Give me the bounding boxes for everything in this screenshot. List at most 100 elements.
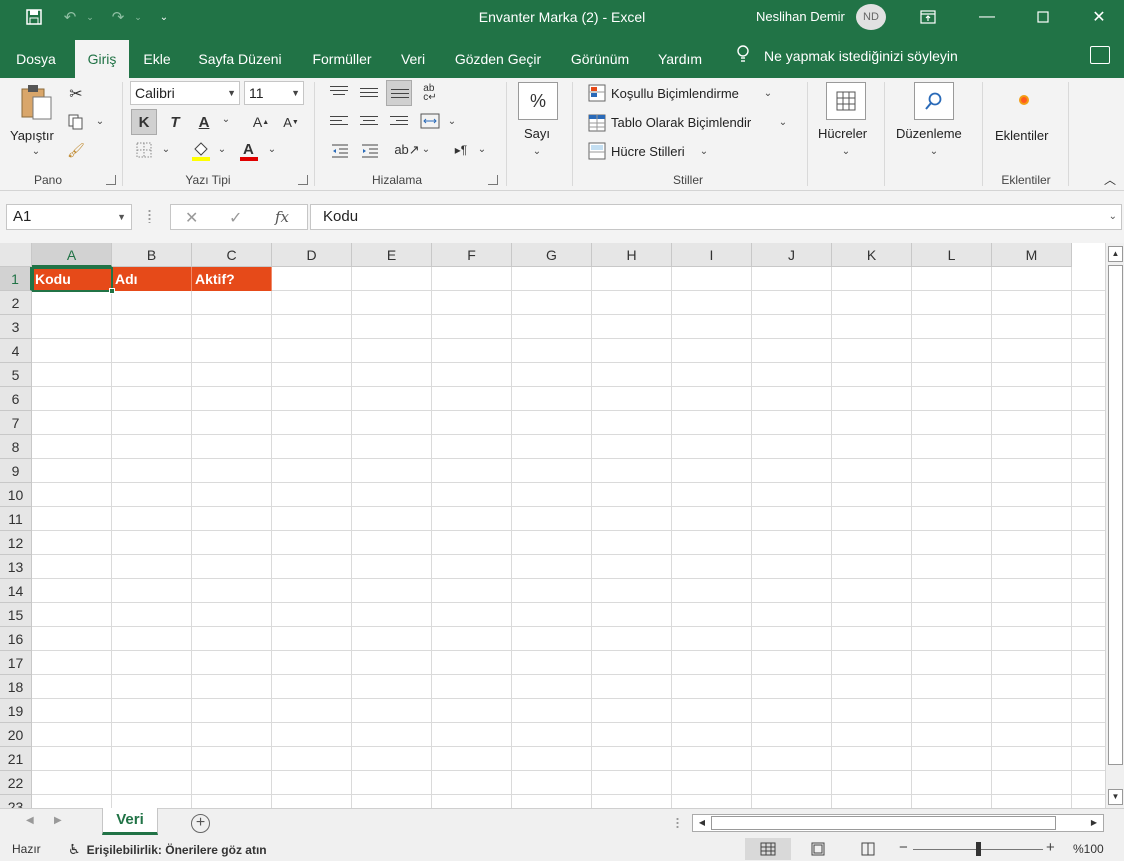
- tab-dosya[interactable]: Dosya: [0, 40, 72, 78]
- formula-input[interactable]: Kodu ⌄: [310, 204, 1122, 230]
- column-header-h[interactable]: H: [592, 243, 672, 267]
- font-size-select[interactable]: 11 ▼: [244, 81, 304, 105]
- tab-giris[interactable]: Giriş: [75, 40, 129, 78]
- align-top-icon[interactable]: [330, 86, 348, 100]
- add-sheet-icon[interactable]: +: [191, 814, 210, 833]
- scroll-right-icon[interactable]: ▶: [1086, 816, 1102, 830]
- horizontal-scrollbar[interactable]: ◀ ▶: [692, 814, 1104, 832]
- column-header-g[interactable]: G: [512, 243, 592, 267]
- cells-icon[interactable]: [826, 82, 866, 120]
- name-box[interactable]: A1 ▼: [6, 204, 132, 230]
- cell-styles-button[interactable]: Hücre Stilleri: [611, 144, 685, 159]
- column-header-d[interactable]: D: [272, 243, 352, 267]
- alignment-launcher-icon[interactable]: [488, 175, 498, 185]
- row-header-7[interactable]: 7: [0, 411, 32, 435]
- row-header-8[interactable]: 8: [0, 435, 32, 459]
- format-painter-icon[interactable]: 🖌: [66, 140, 86, 160]
- zoom-thumb[interactable]: [976, 842, 981, 856]
- fill-handle[interactable]: [109, 288, 115, 294]
- cells-dropdown-icon[interactable]: ⌄: [840, 146, 852, 157]
- column-header-m[interactable]: M: [992, 243, 1072, 267]
- paste-icon[interactable]: [18, 82, 54, 122]
- search-icon[interactable]: [914, 82, 954, 120]
- cells-button[interactable]: Hücreler: [818, 126, 867, 141]
- tab-gozden-gecir[interactable]: Gözden Geçir: [444, 40, 552, 78]
- orientation-dropdown-icon[interactable]: ⌄: [420, 144, 432, 155]
- bold-button[interactable]: K: [131, 109, 157, 135]
- column-header-j[interactable]: J: [752, 243, 832, 267]
- next-sheet-icon[interactable]: ▶: [54, 815, 62, 826]
- row-header-3[interactable]: 3: [0, 315, 32, 339]
- align-right-icon[interactable]: [390, 116, 408, 130]
- cell-styles-icon[interactable]: [588, 142, 606, 160]
- tab-sayfa-duzeni[interactable]: Sayfa Düzeni: [187, 40, 293, 78]
- fill-color-icon[interactable]: [190, 138, 212, 162]
- column-header-b[interactable]: B: [112, 243, 192, 267]
- enter-icon[interactable]: ✓: [229, 208, 242, 228]
- undo-dropdown-icon[interactable]: ⌄: [84, 0, 96, 34]
- minimize-icon[interactable]: —: [964, 0, 1010, 34]
- accessibility-status[interactable]: ♿ Erişilebilirlik: Önerilere göz atın: [68, 841, 267, 858]
- font-color-dropdown-icon[interactable]: ⌄: [266, 144, 278, 155]
- tab-yardim[interactable]: Yardım: [648, 40, 712, 78]
- column-header-a[interactable]: A: [32, 243, 112, 267]
- borders-dropdown-icon[interactable]: ⌄: [160, 144, 172, 155]
- select-all-button[interactable]: [0, 243, 32, 267]
- number-dropdown-icon[interactable]: ⌄: [531, 146, 543, 157]
- row-header-16[interactable]: 16: [0, 627, 32, 651]
- drag-handle-icon[interactable]: [148, 209, 151, 223]
- format-table-icon[interactable]: [588, 114, 606, 132]
- insert-function-button[interactable]: fx: [275, 208, 289, 226]
- editing-button[interactable]: Düzenleme: [896, 126, 962, 141]
- column-header-k[interactable]: K: [832, 243, 912, 267]
- fill-color-dropdown-icon[interactable]: ⌄: [216, 144, 228, 155]
- copy-dropdown-icon[interactable]: ⌄: [94, 116, 106, 127]
- zoom-out-icon[interactable]: −: [899, 839, 908, 856]
- conditional-format-icon[interactable]: [588, 84, 606, 102]
- percent-icon[interactable]: %: [518, 82, 558, 120]
- merge-center-icon[interactable]: [418, 110, 442, 132]
- column-header-i[interactable]: I: [672, 243, 752, 267]
- customize-toolbar-icon[interactable]: ⌄: [156, 0, 172, 34]
- align-center-icon[interactable]: [360, 116, 378, 130]
- redo-dropdown-icon[interactable]: ⌄: [132, 0, 144, 34]
- scroll-left-icon[interactable]: ◀: [694, 816, 710, 830]
- cell-area[interactable]: [32, 267, 1105, 808]
- orientation-icon[interactable]: ab↗: [394, 140, 419, 160]
- column-header-f[interactable]: F: [432, 243, 512, 267]
- font-name-select[interactable]: Calibri ▼: [130, 81, 240, 105]
- tell-me-box[interactable]: Ne yapmak istediğinizi söyleyin: [736, 40, 958, 72]
- row-header-20[interactable]: 20: [0, 723, 32, 747]
- comments-icon[interactable]: [1090, 46, 1110, 64]
- row-header-19[interactable]: 19: [0, 699, 32, 723]
- font-color-icon[interactable]: A: [238, 138, 260, 162]
- maximize-icon[interactable]: [1020, 0, 1066, 34]
- text-direction-dropdown-icon[interactable]: ⌄: [476, 144, 488, 155]
- row-header-1[interactable]: 1: [0, 267, 32, 291]
- zoom-in-icon[interactable]: +: [1046, 839, 1055, 856]
- column-header-e[interactable]: E: [352, 243, 432, 267]
- align-middle-icon[interactable]: [360, 88, 378, 102]
- zoom-level[interactable]: %100: [1073, 842, 1104, 856]
- sheet-tab-veri[interactable]: Veri: [102, 808, 158, 835]
- row-header-22[interactable]: 22: [0, 771, 32, 795]
- ribbon-display-icon[interactable]: [905, 0, 951, 34]
- row-header-2[interactable]: 2: [0, 291, 32, 315]
- merge-dropdown-icon[interactable]: ⌄: [446, 116, 458, 127]
- addins-button[interactable]: Eklentiler: [995, 128, 1048, 143]
- hscroll-thumb[interactable]: [711, 816, 1056, 830]
- row-header-13[interactable]: 13: [0, 555, 32, 579]
- vertical-scrollbar[interactable]: ▲ ▼: [1105, 243, 1124, 808]
- row-header-9[interactable]: 9: [0, 459, 32, 483]
- pano-launcher-icon[interactable]: [106, 175, 116, 185]
- tab-formuller[interactable]: Formüller: [300, 40, 384, 78]
- row-header-4[interactable]: 4: [0, 339, 32, 363]
- addins-icon[interactable]: [1014, 90, 1034, 110]
- tab-gorunum[interactable]: Görünüm: [560, 40, 640, 78]
- text-direction-icon[interactable]: ▸¶: [450, 140, 472, 160]
- number-label-button[interactable]: Sayı: [524, 126, 550, 141]
- tab-ekle[interactable]: Ekle: [134, 40, 180, 78]
- copy-icon[interactable]: [66, 112, 86, 132]
- conditional-format-button[interactable]: Koşullu Biçimlendirme: [611, 86, 739, 101]
- cancel-icon[interactable]: ✕: [185, 208, 198, 228]
